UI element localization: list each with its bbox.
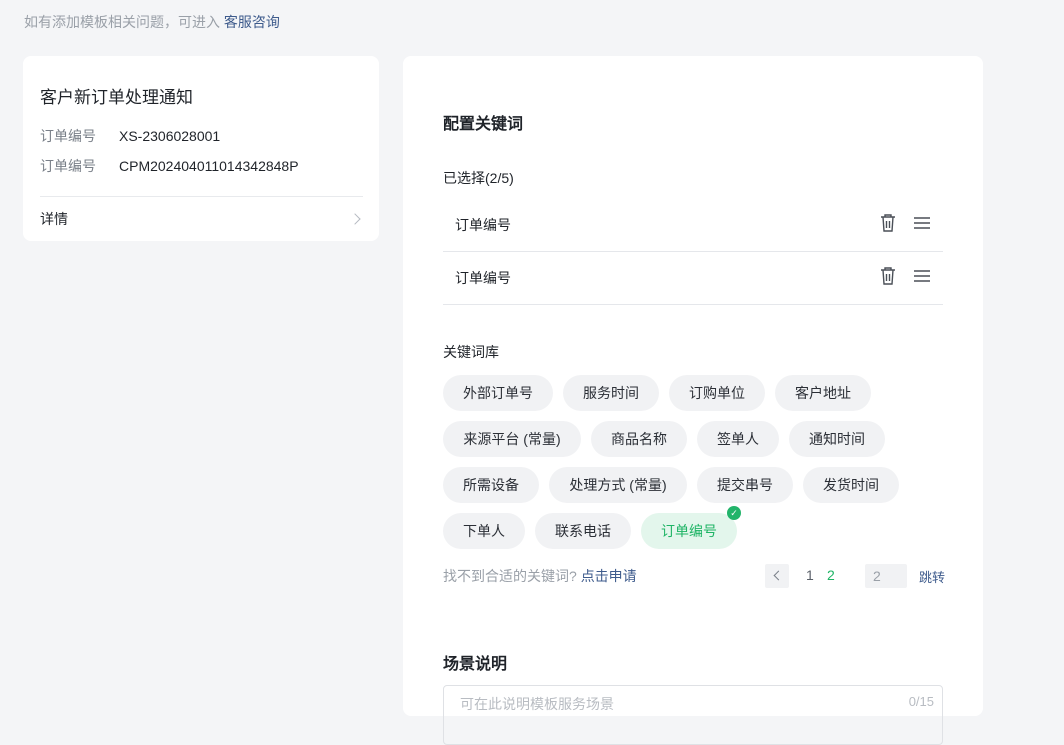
check-icon: ✓ <box>727 506 741 520</box>
char-counter: 0/15 <box>908 694 934 709</box>
keyword-chip[interactable]: 服务时间 <box>563 375 659 411</box>
help-hint-text: 如有添加模板相关问题，可进入 <box>24 14 220 30</box>
preview-title: 客户新订单处理通知 <box>40 88 193 107</box>
keyword-chip[interactable]: 客户地址 <box>775 375 871 411</box>
config-title: 配置关键词 <box>443 116 524 133</box>
page-number-current[interactable]: 2 <box>827 567 835 583</box>
chevron-right-icon <box>349 213 361 225</box>
library-header: 关键词库 <box>443 344 499 360</box>
apply-keyword-hint: 找不到合适的关键词? 点击申请 <box>443 566 637 586</box>
apply-keyword-link[interactable]: 点击申请 <box>581 568 637 584</box>
drag-handle-icon[interactable] <box>913 267 931 285</box>
field-value: CPM202404011014342848P <box>119 158 299 174</box>
keyword-chip[interactable]: 发货时间 <box>803 467 899 503</box>
chevron-left-icon <box>773 570 784 581</box>
keyword-chip-selected[interactable]: 订单编号 ✓ <box>641 506 741 549</box>
keyword-chip[interactable]: 提交串号 <box>697 467 793 503</box>
trash-icon[interactable] <box>879 266 897 286</box>
page-jump-button[interactable]: 跳转 <box>919 567 945 586</box>
field-key: 订单编号 <box>40 158 96 174</box>
selected-keyword-label: 订单编号 <box>455 217 511 233</box>
page-jump-input[interactable] <box>865 564 907 588</box>
keyword-chip[interactable]: 来源平台 (常量) <box>443 421 581 457</box>
keyword-chip-label: 订单编号 <box>661 523 717 539</box>
details-label: 详情 <box>40 211 68 227</box>
selected-keyword-row[interactable]: 订单编号 <box>443 200 943 252</box>
selected-header: 已选择(2/5) <box>443 170 514 186</box>
scene-description-input[interactable]: 可在此说明模板服务场景 0/15 <box>443 685 943 745</box>
customer-service-link[interactable]: 客服咨询 <box>224 14 280 30</box>
scene-title: 场景说明 <box>443 656 508 673</box>
keyword-chip[interactable]: 下单人 <box>443 513 525 549</box>
divider <box>40 196 363 197</box>
apply-text: 找不到合适的关键词? <box>443 568 577 584</box>
keyword-chip[interactable]: 商品名称 <box>591 421 687 457</box>
keyword-chip[interactable]: 签单人 <box>697 421 779 457</box>
page-number[interactable]: 1 <box>806 567 814 583</box>
keyword-chip[interactable]: 通知时间 <box>789 421 885 457</box>
preview-field-row: 订单编号 XS-2306028001 <box>40 126 220 146</box>
template-preview-card: 客户新订单处理通知 订单编号 XS-2306028001 订单编号 CPM20240… <box>23 56 379 241</box>
keyword-chip[interactable]: 处理方式 (常量) <box>549 467 687 503</box>
keyword-chip[interactable]: 所需设备 <box>443 467 539 503</box>
scene-placeholder: 可在此说明模板服务场景 <box>460 696 614 712</box>
selected-keyword-label: 订单编号 <box>455 270 511 286</box>
keyword-chip[interactable]: 联系电话 <box>535 513 631 549</box>
preview-field-row: 订单编号 CPM202404011014342848P <box>40 156 299 176</box>
details-link[interactable]: 详情 <box>40 208 363 230</box>
prev-page-button[interactable] <box>765 564 789 588</box>
drag-handle-icon[interactable] <box>913 214 931 232</box>
keyword-config-panel: 配置关键词 已选择(2/5) 订单编号 订单编号 关键词库 外部订单号 服务时间… <box>403 56 983 745</box>
keyword-chip[interactable]: 订购单位 <box>669 375 765 411</box>
trash-icon[interactable] <box>879 213 897 233</box>
field-key: 订单编号 <box>40 128 96 144</box>
field-value: XS-2306028001 <box>119 128 221 144</box>
keyword-chip[interactable]: 外部订单号 <box>443 375 553 411</box>
selected-keyword-row[interactable]: 订单编号 <box>443 253 943 305</box>
help-hint: 如有添加模板相关问题，可进入 客服咨询 <box>24 12 280 32</box>
